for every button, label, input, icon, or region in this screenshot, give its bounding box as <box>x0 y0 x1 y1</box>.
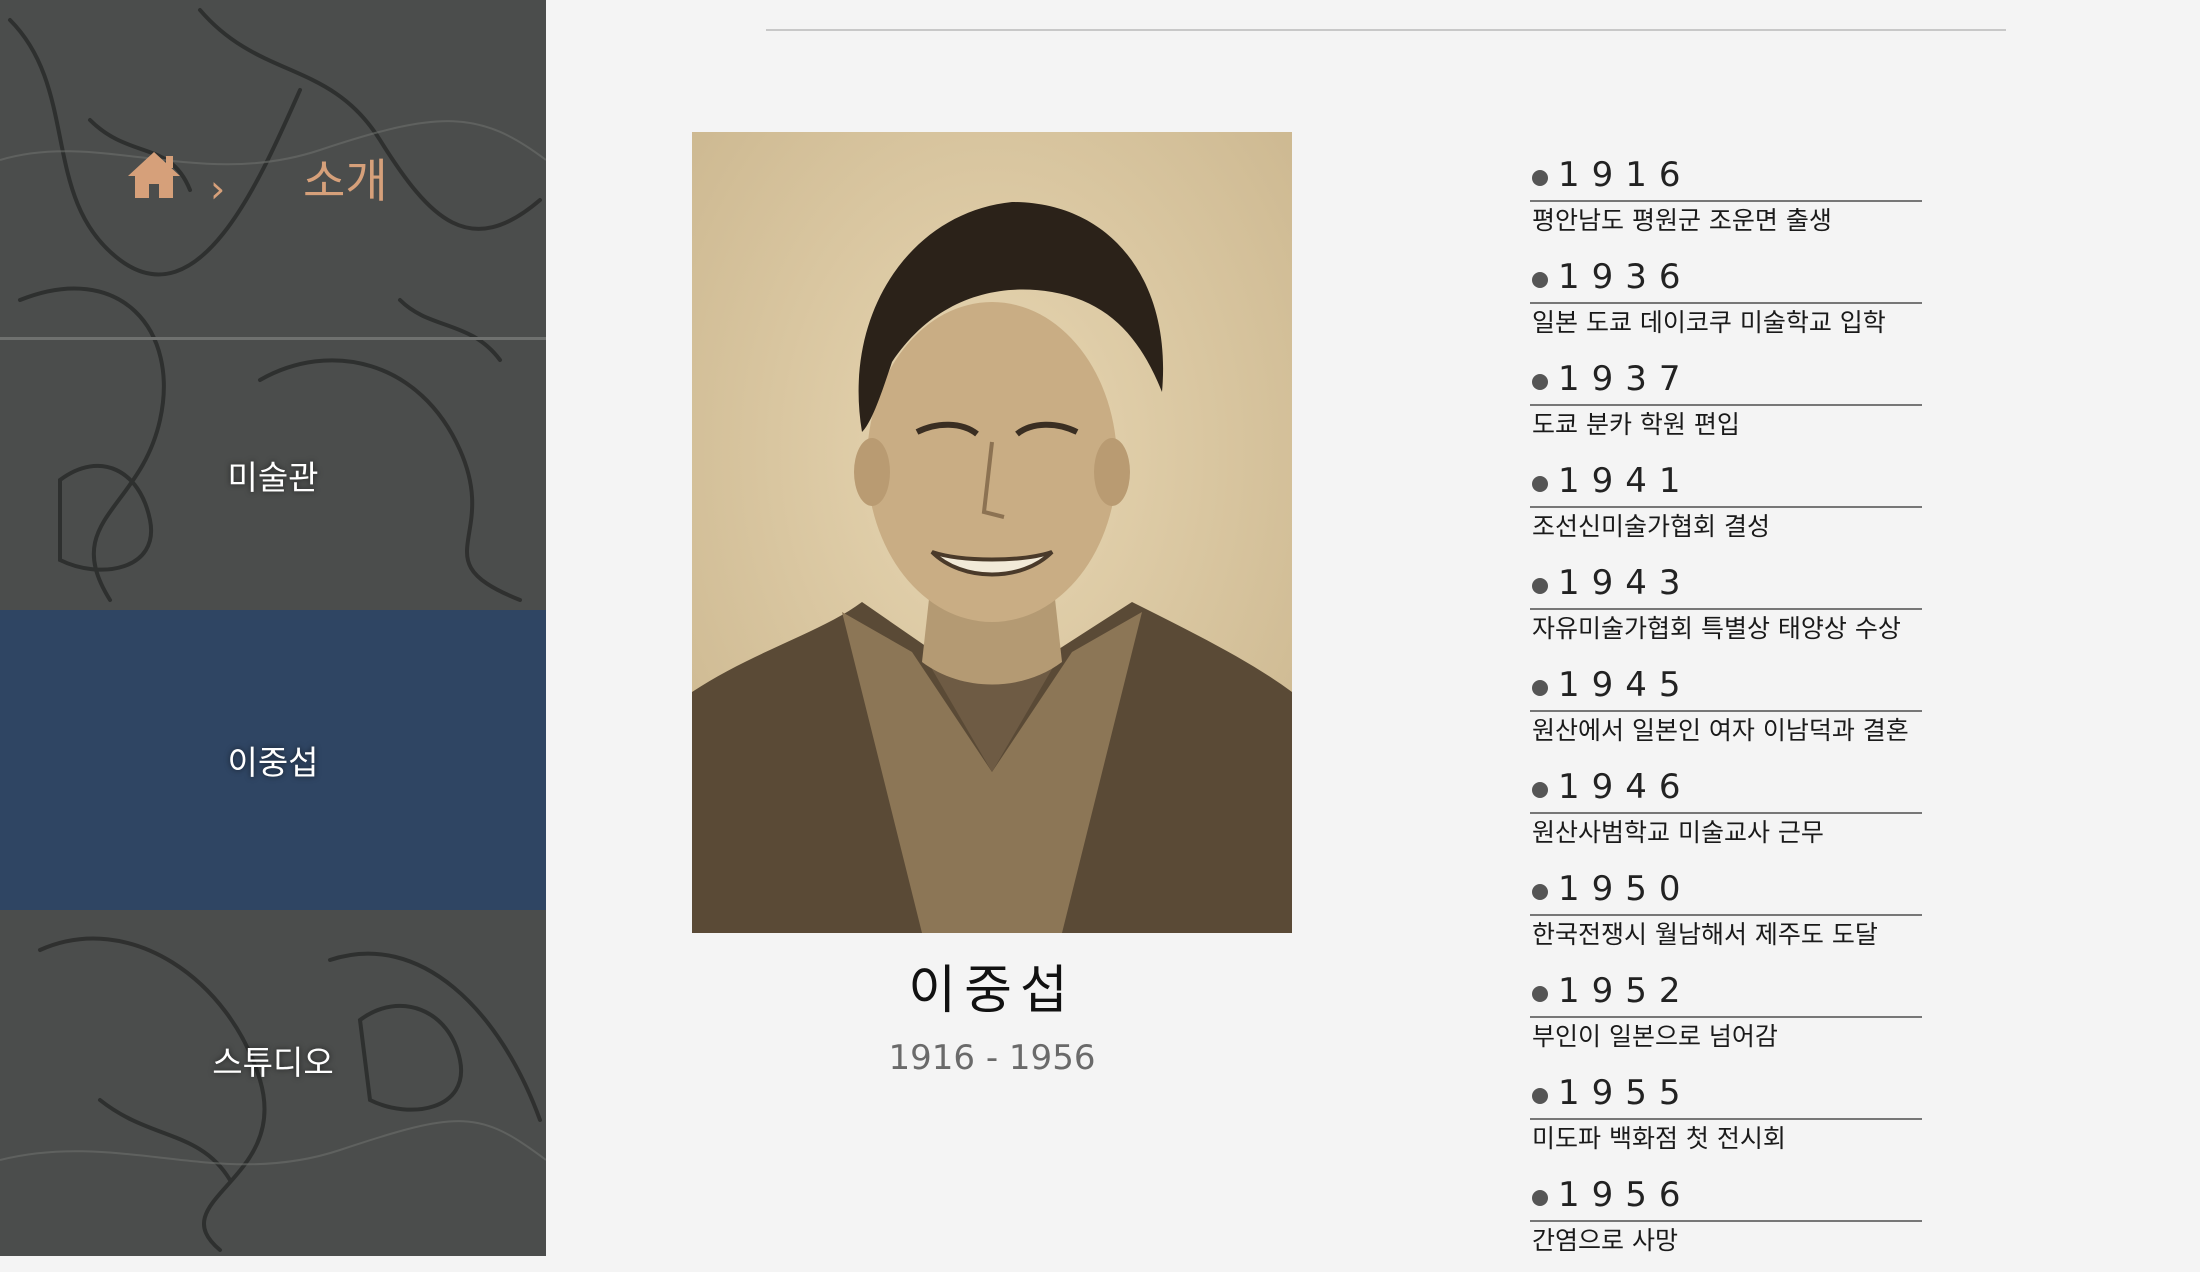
sidebar-item-label: 스튜디오 <box>212 1043 334 1082</box>
timeline-year: 1937 <box>1558 359 1693 399</box>
biography-timeline: 1916 평안남도 평원군 조운면 출생 1936 일본 도쿄 데이코쿠 미술학… <box>1530 150 1922 1272</box>
breadcrumb-separator: › <box>210 167 226 211</box>
timeline-event: 원산사범학교 미술교사 근무 <box>1532 818 1824 847</box>
bullet-icon <box>1532 272 1548 288</box>
top-divider <box>766 29 2006 31</box>
timeline-year-row: 1956 <box>1530 1170 1922 1222</box>
timeline-event: 부인이 일본으로 넘어감 <box>1532 1022 1778 1051</box>
timeline-year: 1943 <box>1558 563 1693 603</box>
timeline-entry: 1916 평안남도 평원군 조운면 출생 <box>1530 150 1922 252</box>
timeline-entry: 1955 미도파 백화점 첫 전시회 <box>1530 1068 1922 1170</box>
timeline-year-row: 1955 <box>1530 1068 1922 1120</box>
timeline-year-row: 1941 <box>1530 456 1922 508</box>
timeline-entry: 1952 부인이 일본으로 넘어감 <box>1530 966 1922 1068</box>
timeline-entry: 1956 간염으로 사망 <box>1530 1170 1922 1272</box>
timeline-year-row: 1916 <box>1530 150 1922 202</box>
home-icon[interactable] <box>124 148 184 202</box>
timeline-event: 도쿄 분카 학원 편입 <box>1532 410 1740 439</box>
bullet-icon <box>1532 476 1548 492</box>
bullet-icon <box>1532 1088 1548 1104</box>
sidebar-item-museum[interactable]: 미술관 <box>0 340 546 610</box>
timeline-entry: 1946 원산사범학교 미술교사 근무 <box>1530 762 1922 864</box>
timeline-year: 1945 <box>1558 665 1693 705</box>
timeline-entry: 1937 도쿄 분카 학원 편입 <box>1530 354 1922 456</box>
timeline-entry: 1950 한국전쟁시 월남해서 제주도 도달 <box>1530 864 1922 966</box>
breadcrumb: › 소개 <box>0 0 546 337</box>
timeline-year: 1941 <box>1558 461 1693 501</box>
timeline-event: 자유미술가협회 특별상 태양상 수상 <box>1532 614 1901 643</box>
sidebar: › 소개 미술관 이중섭 스튜디오 <box>0 0 546 1256</box>
timeline-event: 미도파 백화점 첫 전시회 <box>1532 1124 1786 1153</box>
sidebar-item-label: 미술관 <box>227 458 319 497</box>
artist-name: 이중섭 <box>908 961 1076 1021</box>
timeline-event: 원산에서 일본인 여자 이남덕과 결혼 <box>1532 716 1909 745</box>
timeline-event: 간염으로 사망 <box>1532 1226 1678 1255</box>
timeline-year: 1956 <box>1558 1175 1693 1215</box>
timeline-year: 1952 <box>1558 971 1693 1011</box>
timeline-entry: 1941 조선신미술가협회 결성 <box>1530 456 1922 558</box>
timeline-event: 평안남도 평원군 조운면 출생 <box>1532 206 1832 235</box>
timeline-year-row: 1937 <box>1530 354 1922 406</box>
artist-lifespan: 1916 - 1956 <box>888 1038 1096 1078</box>
timeline-year-row: 1946 <box>1530 762 1922 814</box>
timeline-year-row: 1943 <box>1530 558 1922 610</box>
bullet-icon <box>1532 374 1548 390</box>
timeline-entry: 1936 일본 도쿄 데이코쿠 미술학교 입학 <box>1530 252 1922 354</box>
bullet-icon <box>1532 680 1548 696</box>
bullet-icon <box>1532 170 1548 186</box>
timeline-year-row: 1945 <box>1530 660 1922 712</box>
bullet-icon <box>1532 986 1548 1002</box>
bullet-icon <box>1532 884 1548 900</box>
timeline-year: 1916 <box>1558 155 1693 195</box>
bullet-icon <box>1532 782 1548 798</box>
timeline-year: 1936 <box>1558 257 1693 297</box>
timeline-year-row: 1950 <box>1530 864 1922 916</box>
timeline-year-row: 1952 <box>1530 966 1922 1018</box>
breadcrumb-current[interactable]: 소개 <box>303 158 388 204</box>
timeline-event: 일본 도쿄 데이코쿠 미술학교 입학 <box>1532 308 1886 337</box>
sidebar-item-studio[interactable]: 스튜디오 <box>0 910 546 1210</box>
timeline-year-row: 1936 <box>1530 252 1922 304</box>
timeline-event: 조선신미술가협회 결성 <box>1532 512 1770 541</box>
sidebar-item-label: 이중섭 <box>227 743 319 782</box>
timeline-entry: 1943 자유미술가협회 특별상 태양상 수상 <box>1530 558 1922 660</box>
timeline-year: 1950 <box>1558 869 1693 909</box>
sidebar-item-lee-jungseob[interactable]: 이중섭 <box>0 610 546 910</box>
timeline-entry: 1945 원산에서 일본인 여자 이남덕과 결혼 <box>1530 660 1922 762</box>
bullet-icon <box>1532 1190 1548 1206</box>
timeline-year: 1955 <box>1558 1073 1693 1113</box>
artist-portrait-photo <box>692 132 1292 933</box>
timeline-event: 한국전쟁시 월남해서 제주도 도달 <box>1532 920 1878 949</box>
bullet-icon <box>1532 578 1548 594</box>
timeline-year: 1946 <box>1558 767 1693 807</box>
